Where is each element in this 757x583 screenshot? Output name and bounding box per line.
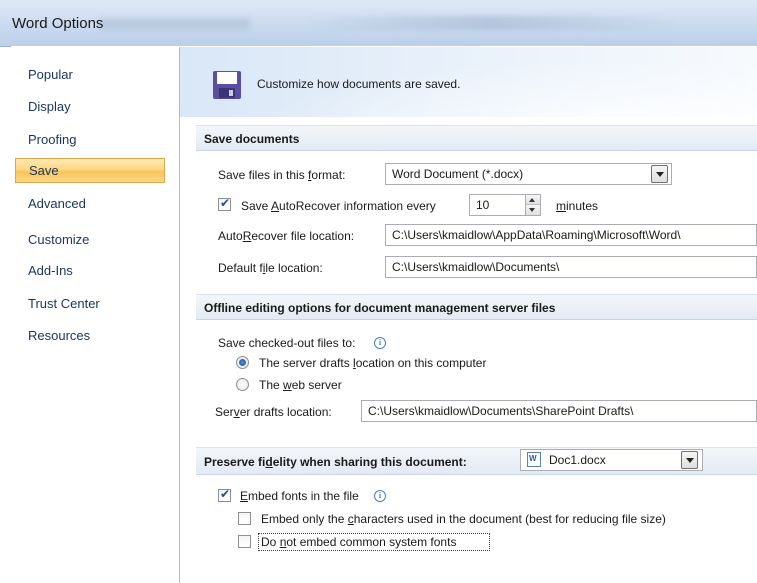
radio-web-server[interactable]: [236, 378, 249, 391]
fidelity-document-value: Doc1.docx: [549, 453, 606, 467]
save-format-select[interactable]: Word Document (*.docx): [385, 163, 672, 185]
autorecover-minutes-value: 10: [476, 198, 490, 212]
sidebar-item-advanced[interactable]: Advanced: [15, 191, 165, 216]
sidebar-item-customize[interactable]: Customize: [15, 227, 165, 252]
embed-fonts-label: Embed fonts in the file: [240, 489, 359, 503]
embed-only-characters-label: Embed only the characters used in the do…: [261, 512, 666, 526]
sidebar-item-trust-center[interactable]: Trust Center: [15, 291, 165, 316]
save-format-dropdown-button[interactable]: [651, 165, 668, 183]
title-bar: Word Options: [0, 0, 757, 47]
default-location-value: C:\Users\kmaidlow\Documents\: [392, 260, 560, 274]
spinner-down-icon[interactable]: [526, 205, 540, 215]
drafts-location-label: Server drafts location:: [215, 405, 332, 419]
section-offline-editing: Offline editing options for document man…: [196, 294, 757, 320]
embed-fonts-checkbox[interactable]: [218, 487, 231, 502]
drafts-location-input[interactable]: C:\Users\kmaidlow\Documents\SharePoint D…: [361, 400, 757, 422]
drafts-location-value: C:\Users\kmaidlow\Documents\SharePoint D…: [368, 404, 634, 418]
autorecover-checkbox[interactable]: [218, 196, 231, 211]
banner-title: Customize how documents are saved.: [257, 77, 461, 91]
sidebar-item-popular[interactable]: Popular: [15, 62, 165, 87]
autorecover-location-label: AutoRecover file location:: [218, 229, 355, 243]
sidebar-item-add-ins[interactable]: Add-Ins: [15, 258, 165, 283]
autorecover-label: Save AutoRecover information every: [241, 199, 436, 213]
default-location-label: Default file location:: [218, 261, 323, 275]
fidelity-dropdown-button[interactable]: [681, 451, 698, 469]
sidebar-item-proofing[interactable]: Proofing: [15, 127, 165, 152]
fidelity-document-select[interactable]: Doc1.docx: [520, 449, 703, 471]
background-blur: [100, 18, 250, 30]
radio-web-server-label: The web server: [259, 378, 342, 392]
radio-server-drafts[interactable]: [236, 356, 249, 369]
autorecover-minutes-spinner[interactable]: [525, 195, 540, 215]
save-format-value: Word Document (*.docx): [392, 167, 524, 181]
sidebar-item-save[interactable]: Save: [15, 158, 165, 183]
autorecover-location-input[interactable]: C:\Users\kmaidlow\AppData\Roaming\Micros…: [385, 224, 757, 246]
background-blur: [300, 16, 680, 30]
autorecover-location-value: C:\Users\kmaidlow\AppData\Roaming\Micros…: [392, 228, 681, 242]
spinner-up-icon[interactable]: [526, 195, 540, 205]
section-save-documents: Save documents: [196, 125, 757, 151]
checked-out-label: Save checked-out files to:: [218, 336, 356, 350]
minutes-label: minutes: [556, 199, 599, 213]
info-icon: i: [374, 337, 386, 349]
save-format-label: Save files in this format:: [218, 168, 346, 182]
word-document-icon: [527, 452, 541, 467]
embed-only-characters-checkbox[interactable]: [238, 512, 251, 525]
default-location-input[interactable]: C:\Users\kmaidlow\Documents\: [385, 256, 757, 278]
sidebar-item-resources[interactable]: Resources: [15, 323, 165, 348]
window-title: Word Options: [12, 15, 104, 32]
floppy-disk-icon: [213, 71, 241, 99]
focus-indicator: [258, 533, 490, 551]
no-common-fonts-checkbox[interactable]: [238, 535, 251, 548]
radio-server-drafts-label: The server drafts location on this compu…: [259, 356, 487, 370]
info-icon: i: [374, 490, 386, 502]
sidebar-item-display[interactable]: Display: [15, 94, 165, 119]
